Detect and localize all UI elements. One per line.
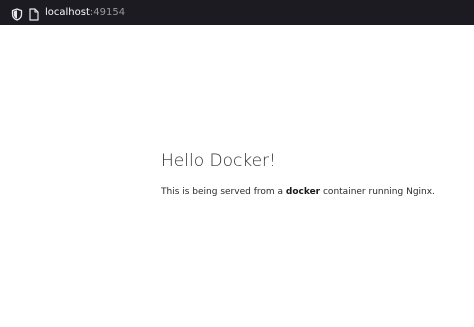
page-info-icon[interactable]	[29, 6, 39, 21]
page-description: This is being served from a docker conta…	[161, 186, 435, 199]
page-content	[0, 25, 474, 327]
address-bar-url[interactable]: localhost:49154	[45, 5, 125, 20]
tracking-protection-shield-icon[interactable]	[11, 6, 23, 21]
description-text-start: This is being served from a	[161, 187, 286, 197]
url-host: localhost	[45, 7, 90, 18]
description-text-end: container running Nginx.	[320, 187, 435, 197]
page-heading: Hello Docker!	[161, 151, 276, 171]
description-bold-text: docker	[285, 187, 321, 197]
url-port: :49154	[89, 7, 126, 18]
browser-toolbar: localhost:49154	[0, 0, 474, 25]
